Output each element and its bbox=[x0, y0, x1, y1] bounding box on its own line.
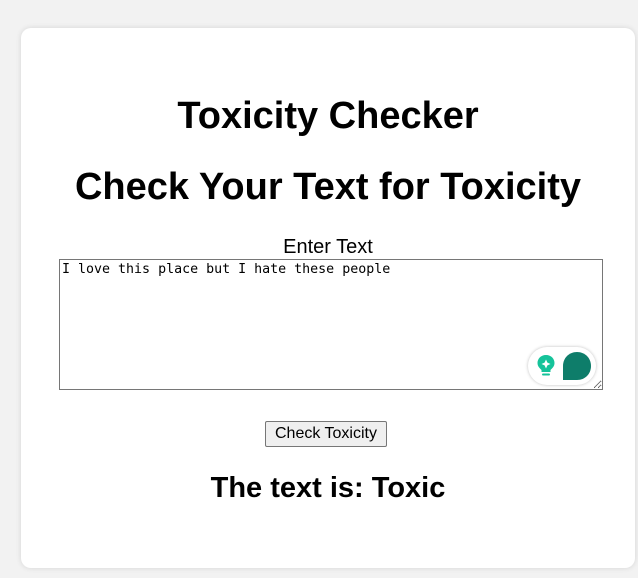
text-input[interactable] bbox=[59, 259, 603, 390]
checker-card: Toxicity Checker Check Your Text for Tox… bbox=[21, 28, 635, 568]
grammarly-bubble-icon[interactable] bbox=[562, 351, 592, 381]
page-subtitle: Check Your Text for Toxicity bbox=[74, 166, 582, 208]
lightbulb-icon[interactable] bbox=[536, 354, 556, 378]
check-toxicity-button[interactable]: Check Toxicity bbox=[265, 421, 387, 447]
text-input-label: Enter Text bbox=[283, 236, 373, 258]
text-input-container bbox=[59, 259, 603, 390]
result-text: The text is: Toxic bbox=[210, 472, 446, 504]
page-title: Toxicity Checker bbox=[177, 95, 479, 137]
grammarly-widget[interactable] bbox=[528, 347, 596, 385]
